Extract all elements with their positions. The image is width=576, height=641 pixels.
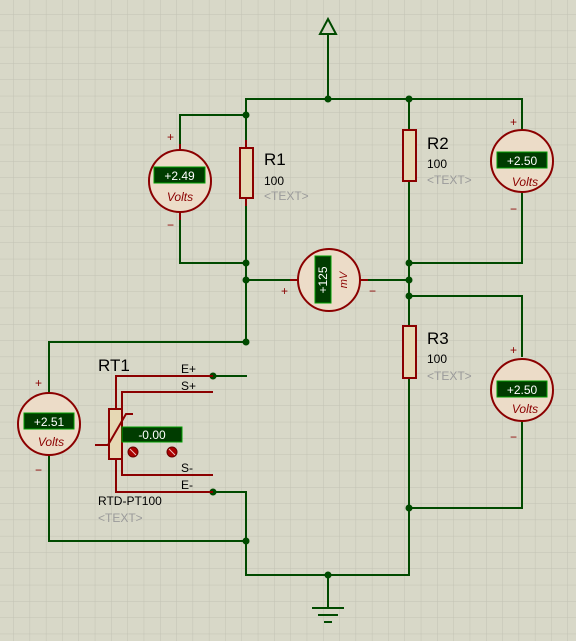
- r2-ref-label: R2: [427, 134, 449, 153]
- rt1-reading: -0.00: [138, 428, 166, 442]
- rt1-model-label: RTD-PT100: [98, 494, 162, 508]
- vm3-plus-label: +: [510, 343, 517, 357]
- vm1-plus-label: +: [167, 130, 174, 144]
- vm2-minus-label: −: [510, 202, 517, 216]
- rt1-ref-label: RT1: [98, 356, 130, 375]
- vm2-plus-label: +: [510, 115, 517, 129]
- rt1-pin-s-plus: S+: [181, 379, 196, 393]
- vm4-minus-label: −: [35, 463, 42, 477]
- vm4-unit: Volts: [38, 435, 64, 449]
- vm2-unit: Volts: [512, 175, 538, 189]
- schematic-canvas: R1 100 <TEXT> R2 100 <TEXT> R3 100 <TEXT…: [0, 0, 576, 641]
- grid-background: [0, 0, 576, 641]
- rt1-pin-s-minus: S-: [181, 461, 193, 475]
- vm4-plus-label: +: [35, 376, 42, 390]
- rt1-pin-e-minus: E-: [181, 478, 193, 492]
- rt1-pin-e-plus: E+: [181, 362, 196, 376]
- mv-unit: mV: [338, 270, 350, 288]
- r1-text-label: <TEXT>: [264, 189, 309, 203]
- r3-value-label: 100: [427, 352, 447, 366]
- vm1-reading: +2.49: [164, 169, 195, 183]
- r1-ref-label: R1: [264, 150, 286, 169]
- r3-text-label: <TEXT>: [427, 369, 472, 383]
- mv-minus-label: −: [369, 284, 376, 298]
- rt1-decrease-button[interactable]: [127, 446, 139, 458]
- r3-ref-label: R3: [427, 329, 449, 348]
- mv-reading: +125: [316, 266, 330, 293]
- rt1-increase-button[interactable]: [166, 446, 178, 458]
- vm1-unit: Volts: [167, 190, 193, 204]
- mv-plus-label: +: [281, 284, 288, 298]
- rt1-text-label: <TEXT>: [98, 511, 143, 525]
- vm3-unit: Volts: [512, 402, 538, 416]
- r1-value-label: 100: [264, 174, 284, 188]
- vm4-reading: +2.51: [34, 415, 65, 429]
- vm3-minus-label: −: [510, 430, 517, 444]
- vm3-reading: +2.50: [507, 383, 538, 397]
- r2-text-label: <TEXT>: [427, 173, 472, 187]
- vm1-minus-label: −: [167, 218, 174, 232]
- r2-value-label: 100: [427, 157, 447, 171]
- vm2-reading: +2.50: [507, 154, 538, 168]
